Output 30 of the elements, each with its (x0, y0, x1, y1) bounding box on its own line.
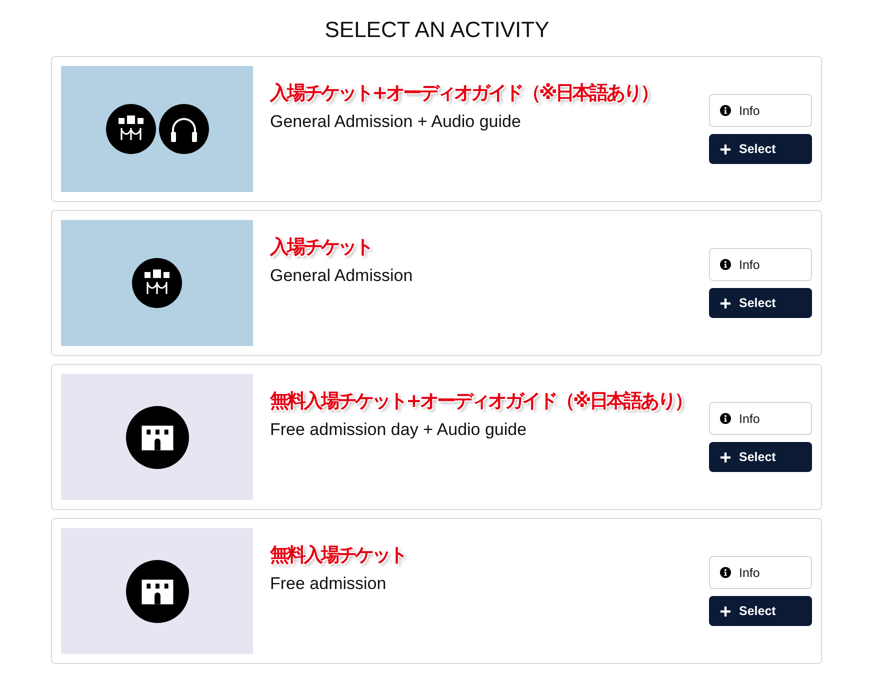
info-button[interactable]: Info (709, 402, 812, 435)
plus-icon (720, 452, 731, 462)
info-button[interactable]: Info (709, 248, 812, 281)
select-button[interactable]: Select (709, 442, 812, 472)
building-icon (126, 406, 188, 468)
info-button[interactable]: Info (709, 556, 812, 589)
info-icon (720, 567, 731, 578)
info-icon (720, 259, 731, 270)
headphones-icon (158, 104, 208, 154)
activity-name: Free admission day + Audio guide (270, 419, 527, 441)
activity-name: Free admission (270, 573, 386, 595)
select-button[interactable]: Select (709, 596, 812, 626)
plus-icon (720, 298, 731, 308)
select-button[interactable]: Select (709, 288, 812, 318)
annotation-label: 無料入場チケット+オーディオガイド（※日本語あり） (270, 389, 692, 414)
building-icon (126, 560, 188, 622)
select-button[interactable]: Select (709, 134, 812, 164)
annotation-label: 無料入場チケット (270, 543, 406, 568)
activity-name: General Admission (270, 265, 413, 287)
queue-barrier-icon (106, 104, 156, 154)
plus-icon (720, 144, 731, 154)
plus-icon (720, 606, 731, 616)
activity-name: General Admission + Audio guide (270, 111, 521, 133)
info-icon (720, 413, 731, 424)
info-button[interactable]: Info (709, 94, 812, 127)
annotation-label: 入場チケット (270, 235, 372, 260)
page-title: SELECT AN ACTIVITY (324, 16, 550, 44)
info-icon (720, 105, 731, 116)
queue-barrier-icon (132, 258, 182, 308)
annotation-label: 入場チケット+オーディオガイド（※日本語あり） (270, 81, 658, 106)
